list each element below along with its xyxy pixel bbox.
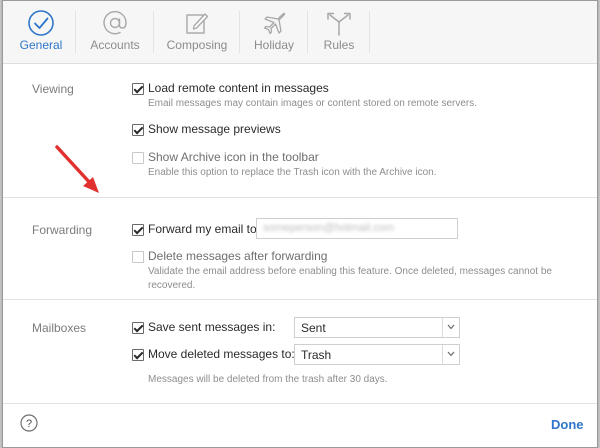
- tab-separator: [75, 11, 76, 53]
- section-label-mailboxes: Mailboxes: [32, 321, 87, 335]
- move-deleted-checkbox[interactable]: [132, 349, 144, 361]
- delete-after-forwarding-help-2: recovered.: [148, 280, 196, 291]
- tab-composing[interactable]: Composing: [159, 1, 235, 63]
- settings-toolbar: General Accounts Composing Holiday Rules: [3, 1, 597, 64]
- section-divider: [3, 197, 597, 198]
- show-archive-label: Show Archive icon in the toolbar: [148, 150, 319, 164]
- show-archive-checkbox[interactable]: [132, 152, 144, 164]
- delete-after-forwarding-help-1: Validate the email address before enabli…: [148, 266, 552, 277]
- load-remote-checkbox[interactable]: [132, 83, 144, 95]
- forward-email-field[interactable]: someperson@hotmail.com: [256, 218, 458, 239]
- tab-separator: [307, 11, 308, 53]
- delete-after-forwarding-label: Delete messages after forwarding: [148, 249, 328, 263]
- show-previews-checkbox[interactable]: [132, 124, 144, 136]
- section-label-forwarding: Forwarding: [32, 223, 93, 237]
- checkmark-circle-icon: [28, 10, 54, 36]
- question-circle-icon[interactable]: ?: [20, 414, 38, 432]
- done-button[interactable]: Done: [551, 417, 584, 432]
- tab-separator: [239, 11, 240, 53]
- tab-holiday[interactable]: Holiday: [245, 1, 303, 63]
- section-label-viewing: Viewing: [32, 82, 74, 96]
- tab-rules[interactable]: Rules: [313, 1, 365, 63]
- tab-accounts[interactable]: Accounts: [81, 1, 149, 63]
- save-sent-label: Save sent messages in:: [148, 320, 276, 334]
- settings-dialog: General Accounts Composing Holiday Rules…: [2, 0, 598, 448]
- load-remote-label: Load remote content in messages: [148, 81, 329, 95]
- load-remote-help: Email messages may contain images or con…: [148, 98, 478, 109]
- save-sent-selected-value: Sent: [301, 321, 326, 335]
- chevron-down-icon: [442, 318, 459, 337]
- tab-general-label: General: [19, 38, 63, 52]
- tab-general[interactable]: General: [13, 1, 69, 63]
- footer-divider: [3, 403, 597, 404]
- tab-rules-label: Rules: [323, 38, 355, 52]
- show-archive-help: Enable this option to replace the Trash …: [148, 167, 437, 178]
- forward-email-label: Forward my email to:: [148, 222, 261, 236]
- move-deleted-selected-value: Trash: [301, 348, 332, 362]
- move-deleted-select[interactable]: Trash: [294, 344, 460, 365]
- compose-icon: [186, 13, 209, 34]
- at-sign-icon: [103, 11, 127, 35]
- show-previews-label: Show message previews: [148, 122, 281, 136]
- rules-arrows-icon: [327, 12, 351, 36]
- svg-text:?: ?: [26, 418, 32, 430]
- section-divider: [3, 299, 597, 300]
- annotation-arrow-icon: [55, 145, 99, 193]
- mailboxes-help: Messages will be deleted from the trash …: [148, 374, 388, 385]
- tab-composing-label: Composing: [166, 38, 228, 52]
- chevron-down-icon: [442, 345, 459, 364]
- tab-holiday-label: Holiday: [253, 38, 295, 52]
- delete-after-forwarding-checkbox[interactable]: [132, 251, 144, 263]
- save-sent-checkbox[interactable]: [132, 322, 144, 334]
- tab-separator: [369, 11, 370, 53]
- airplane-icon: [263, 12, 286, 35]
- save-sent-select[interactable]: Sent: [294, 317, 460, 338]
- forward-email-checkbox[interactable]: [132, 224, 144, 236]
- tab-accounts-label: Accounts: [90, 38, 140, 52]
- move-deleted-label: Move deleted messages to:: [148, 347, 295, 361]
- tab-separator: [153, 11, 154, 53]
- forward-email-value: someperson@hotmail.com: [263, 222, 394, 234]
